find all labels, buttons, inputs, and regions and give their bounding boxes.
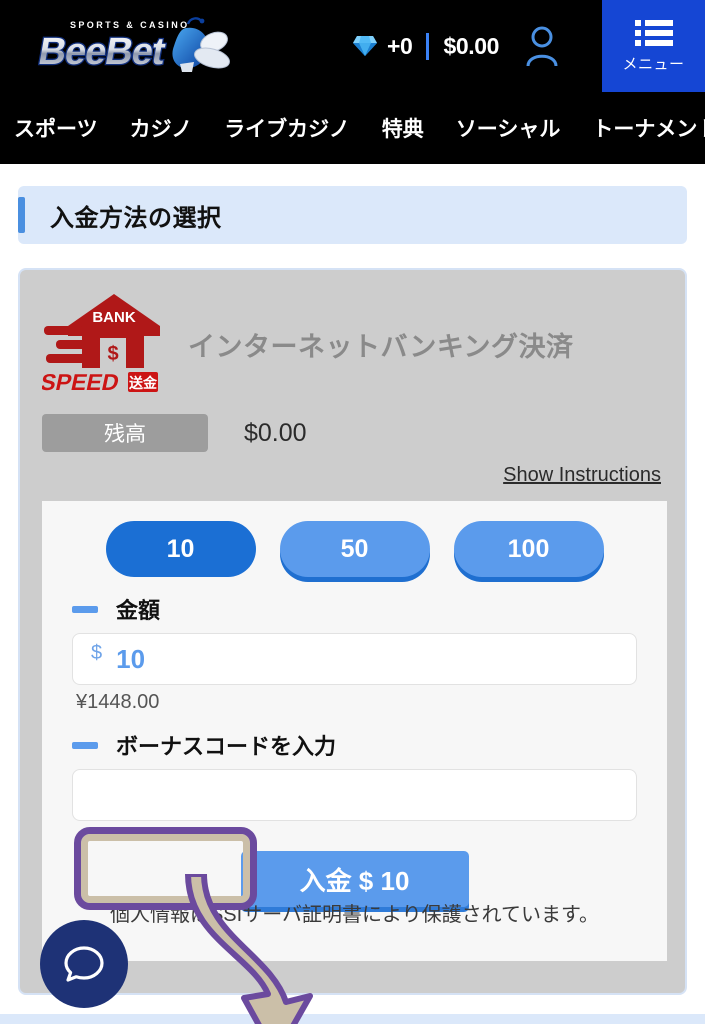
svg-text:送金: 送金 bbox=[128, 375, 158, 391]
fx-conversion-note: ¥1448.00 bbox=[76, 691, 160, 713]
site-header: SPORTS & CASINO BeeBet +0 $0.00 メニュー bbox=[0, 0, 705, 92]
svg-text:SPEED: SPEED bbox=[42, 369, 122, 395]
beebet-logo[interactable]: SPORTS & CASINO BeeBet bbox=[18, 12, 248, 84]
balance-value: $0.00 bbox=[244, 418, 307, 447]
amount-input[interactable]: $ 10 bbox=[72, 633, 637, 685]
label-dash-icon bbox=[72, 605, 98, 613]
svg-text:$: $ bbox=[107, 343, 118, 365]
amount-input-value: 10 bbox=[116, 643, 146, 674]
speed-bank-logo-icon: BANK $ SPEED 送金 bbox=[42, 294, 160, 395]
quick-amount-50[interactable]: 50 bbox=[279, 521, 430, 577]
beebet-logo-icon: SPORTS & CASINO BeeBet bbox=[34, 17, 230, 74]
show-instructions-link[interactable]: Show Instructions bbox=[503, 464, 661, 487]
bonus-code-input[interactable] bbox=[72, 769, 637, 821]
main-nav: スポーツ カジノ ライブカジノ 特典 ソーシャル トーナメント bbox=[0, 92, 705, 164]
nav-item-bonus[interactable]: 特典 bbox=[382, 113, 424, 143]
label-dash-icon bbox=[72, 741, 98, 749]
bonus-field-label: ボーナスコードを入力 bbox=[116, 734, 337, 759]
menu-button[interactable]: メニュー bbox=[602, 0, 705, 92]
quick-amount-10[interactable]: 10 bbox=[105, 521, 256, 577]
account-summary[interactable]: +0 $0.00 bbox=[352, 26, 560, 66]
header-balance: $0.00 bbox=[443, 32, 499, 59]
nav-item-sports[interactable]: スポーツ bbox=[14, 113, 98, 143]
nav-item-tournament[interactable]: トーナメント bbox=[592, 113, 705, 143]
user-icon[interactable] bbox=[524, 26, 560, 66]
svg-text:BeeBet: BeeBet bbox=[35, 30, 169, 73]
instructions-row: Show Instructions bbox=[42, 464, 663, 487]
diamond-icon bbox=[353, 36, 377, 56]
chat-bubble-icon bbox=[64, 946, 104, 982]
balance-row: 残高 $0.00 bbox=[42, 414, 663, 452]
nav-item-live-casino[interactable]: ライブカジノ bbox=[224, 113, 350, 143]
gem-count: +0 bbox=[387, 32, 413, 59]
page-body: 入金方法の選択 BANK $ SPEED 送金 インターネットバンキング決済 残… bbox=[0, 164, 705, 1024]
quick-amount-100[interactable]: 100 bbox=[453, 521, 604, 577]
currency-symbol: $ bbox=[91, 642, 103, 664]
svg-text:SPORTS & CASINO: SPORTS & CASINO bbox=[70, 20, 190, 30]
amount-label-row: 金額 bbox=[72, 593, 637, 625]
page-title: 入金方法の選択 bbox=[50, 204, 222, 232]
amount-field-label: 金額 bbox=[116, 598, 161, 623]
footer-strip bbox=[0, 1014, 705, 1024]
security-note: 個人情報はSSIサーバ証明書により保護されています。 bbox=[109, 904, 600, 926]
banner-accent-bar bbox=[18, 197, 25, 233]
list-menu-icon bbox=[634, 20, 673, 46]
deposit-form-panel: 10 50 100 金額 $ 10 ¥1448.00 ボーナスコードを入力 入金… bbox=[42, 501, 667, 961]
nav-item-social[interactable]: ソーシャル bbox=[456, 113, 561, 143]
method-title: インターネットバンキング決済 bbox=[188, 331, 574, 362]
payment-method-card: BANK $ SPEED 送金 インターネットバンキング決済 残高 $0.00 … bbox=[18, 268, 687, 995]
quick-amount-row: 10 50 100 bbox=[72, 521, 637, 577]
chat-widget-button[interactable] bbox=[40, 920, 128, 1008]
nav-item-casino[interactable]: カジノ bbox=[130, 113, 193, 143]
menu-button-label: メニュー bbox=[622, 56, 685, 73]
bonus-label-row: ボーナスコードを入力 bbox=[72, 729, 637, 761]
method-header: BANK $ SPEED 送金 インターネットバンキング決済 bbox=[42, 288, 663, 400]
divider bbox=[426, 32, 430, 60]
svg-text:BANK: BANK bbox=[92, 309, 135, 326]
balance-label-badge: 残高 bbox=[42, 414, 208, 452]
section-banner: 入金方法の選択 bbox=[18, 186, 687, 244]
